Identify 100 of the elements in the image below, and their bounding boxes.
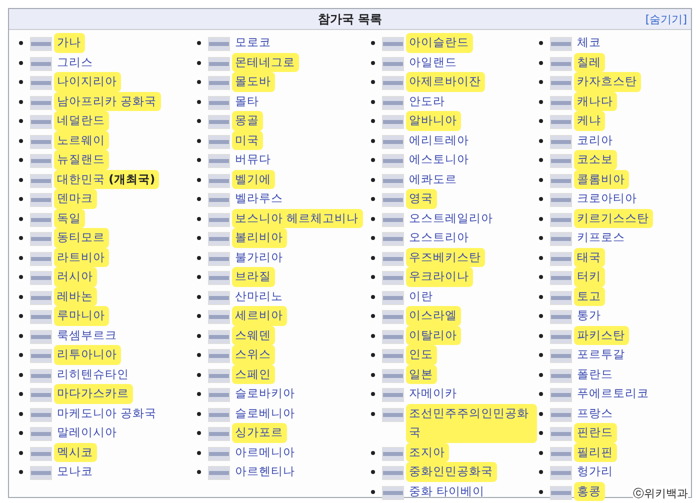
country-link[interactable]: 브라질 xyxy=(232,267,275,286)
country-link[interactable]: 버뮤다 xyxy=(232,150,275,170)
country-link[interactable]: 인도 xyxy=(406,345,437,364)
country-link[interactable]: 리투아니아 xyxy=(54,345,121,364)
country-link[interactable]: 이란 xyxy=(406,286,437,306)
flag-icon xyxy=(382,96,404,110)
country-link[interactable]: 홍콩 xyxy=(574,482,605,501)
country-link[interactable]: 중화 타이베이 xyxy=(406,482,489,501)
country-link[interactable]: 에콰도르 xyxy=(406,170,461,189)
country-link[interactable]: 오스트리아 xyxy=(406,228,473,248)
country-link[interactable]: 말레이시아 xyxy=(54,423,121,442)
country-link[interactable]: 모나코 xyxy=(54,462,97,482)
country-link[interactable]: 대한민국 (개최국) xyxy=(54,170,160,189)
country-link[interactable]: 조지아 xyxy=(406,442,449,462)
country-link[interactable]: 나이지리아 xyxy=(54,72,121,92)
country-link[interactable]: 아일랜드 xyxy=(406,52,461,72)
country-link[interactable]: 몽골 xyxy=(232,111,263,130)
country-link[interactable]: 조선민주주의인민공화국 xyxy=(406,404,537,442)
country-link[interactable]: 이스라엘 xyxy=(406,306,461,326)
country-link[interactable]: 안도라 xyxy=(406,92,449,111)
country-link[interactable]: 루마니아 xyxy=(54,306,109,326)
country-link[interactable]: 터키 xyxy=(574,267,605,286)
country-link[interactable]: 미국 xyxy=(232,130,263,150)
country-link[interactable]: 불가리아 xyxy=(232,248,287,267)
country-link[interactable]: 필리핀 xyxy=(574,442,617,462)
country-link[interactable]: 오스트레일리아 xyxy=(406,208,497,228)
country-link[interactable]: 콜롬비아 xyxy=(574,170,629,189)
country-link[interactable]: 룩셈부르크 xyxy=(54,326,121,345)
country-link[interactable]: 러시아 xyxy=(54,267,97,286)
country-link[interactable]: 에스토니아 xyxy=(406,150,473,170)
country-link[interactable]: 몰타 xyxy=(232,92,263,111)
country-link[interactable]: 알바니아 xyxy=(406,111,461,130)
country-link[interactable]: 라트비아 xyxy=(54,248,109,267)
country-link[interactable]: 세르비아 xyxy=(232,306,287,326)
country-link[interactable]: 포르투갈 xyxy=(574,345,629,364)
country-link[interactable]: 일본 xyxy=(406,364,437,384)
flag-icon xyxy=(382,310,404,324)
country-link[interactable]: 보스니아 헤르체고비나 xyxy=(232,208,363,228)
country-link[interactable]: 아르메니아 xyxy=(232,442,299,462)
country-link[interactable]: 남아프리카 공화국 xyxy=(54,92,161,111)
country-link[interactable]: 가나 xyxy=(54,33,85,52)
country-link[interactable]: 칠레 xyxy=(574,52,605,72)
country-link[interactable]: 멕시코 xyxy=(54,442,97,462)
country-link[interactable]: 스위스 xyxy=(232,345,275,364)
country-link[interactable]: 영국 xyxy=(406,189,437,208)
country-link[interactable]: 몰도바 xyxy=(232,72,275,92)
country-link[interactable]: 모로코 xyxy=(232,33,275,52)
bullet xyxy=(539,119,543,123)
bullet xyxy=(539,431,543,435)
country-link[interactable]: 키르기스스탄 xyxy=(574,208,653,228)
country-link[interactable]: 몬테네그로 xyxy=(232,52,299,72)
country-link[interactable]: 벨라루스 xyxy=(232,189,287,208)
country-link[interactable]: 볼리비아 xyxy=(232,228,287,248)
country-link[interactable]: 캐나다 xyxy=(574,92,617,111)
country-link[interactable]: 뉴질랜드 xyxy=(54,150,109,170)
country-link[interactable]: 스웨덴 xyxy=(232,326,275,345)
country-link[interactable]: 폴란드 xyxy=(574,364,617,384)
country-link[interactable]: 케냐 xyxy=(574,111,605,130)
country-link[interactable]: 덴마크 xyxy=(54,189,97,208)
country-link[interactable]: 벨기에 xyxy=(232,170,275,189)
country-link[interactable]: 레바논 xyxy=(54,286,97,306)
country-link[interactable]: 파키스탄 xyxy=(574,326,629,345)
country-link[interactable]: 슬로바키아 xyxy=(232,384,299,404)
country-link[interactable]: 우크라이나 xyxy=(406,267,473,286)
country-link[interactable]: 프랑스 xyxy=(574,404,617,423)
country-link[interactable]: 코소보 xyxy=(574,150,617,170)
country-link[interactable]: 자메이카 xyxy=(406,384,461,404)
country-link[interactable]: 체코 xyxy=(574,33,605,52)
country-link[interactable]: 리히텐슈타인 xyxy=(54,364,133,384)
flag-icon xyxy=(550,154,572,168)
country-link[interactable]: 카자흐스탄 xyxy=(574,72,641,92)
country-link[interactable]: 노르웨이 xyxy=(54,130,109,150)
country-link[interactable]: 핀란드 xyxy=(574,423,617,442)
country-link[interactable]: 싱가포르 xyxy=(232,423,287,442)
country-link[interactable]: 그리스 xyxy=(54,52,97,72)
country-link[interactable]: 이탈리아 xyxy=(406,326,461,345)
country-link[interactable]: 태국 xyxy=(574,248,605,267)
country-link[interactable]: 독일 xyxy=(54,208,85,228)
bullet xyxy=(539,372,543,376)
country-link[interactable]: 아제르바이잔 xyxy=(406,72,485,92)
hide-link[interactable]: [숨기기] xyxy=(645,12,687,27)
country-link[interactable]: 키프로스 xyxy=(574,228,629,248)
country-link[interactable]: 마다가스카르 xyxy=(54,384,133,404)
country-link[interactable]: 마케도니아 공화국 xyxy=(54,404,161,423)
country-link[interactable]: 산마리노 xyxy=(232,286,287,306)
country-link[interactable]: 슬로베니아 xyxy=(232,404,299,423)
country-link[interactable]: 에리트레아 xyxy=(406,130,473,150)
country-link[interactable]: 아르헨티나 xyxy=(232,462,299,482)
country-link[interactable]: 크로아티아 xyxy=(574,189,641,208)
country-link[interactable]: 네덜란드 xyxy=(54,111,109,130)
country-link[interactable]: 헝가리 xyxy=(574,462,617,482)
country-link[interactable]: 스페인 xyxy=(232,364,275,384)
country-link[interactable]: 우즈베키스탄 xyxy=(406,248,485,267)
country-link[interactable]: 중화인민공화국 xyxy=(406,462,497,482)
country-link[interactable]: 코리아 xyxy=(574,130,617,150)
country-link[interactable]: 토고 xyxy=(574,286,605,306)
country-link[interactable]: 통가 xyxy=(574,306,605,326)
country-link[interactable]: 푸에르토리코 xyxy=(574,384,653,404)
country-link[interactable]: 아이슬란드 xyxy=(406,33,473,52)
country-link[interactable]: 동티모르 xyxy=(54,228,109,248)
